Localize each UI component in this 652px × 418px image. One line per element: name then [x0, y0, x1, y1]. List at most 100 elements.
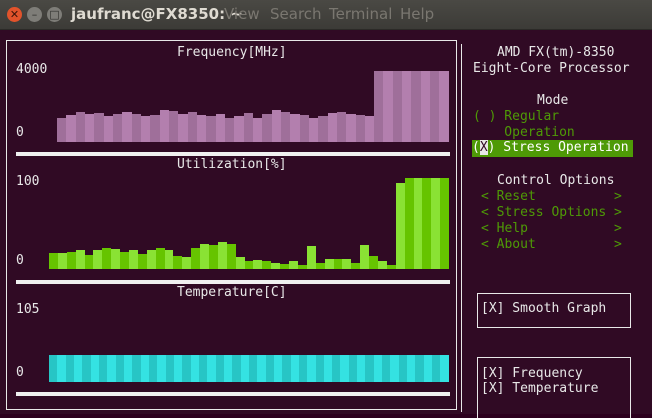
temperature-bar — [315, 355, 324, 382]
frequency-bar — [299, 114, 309, 142]
temperature-bar — [382, 355, 391, 382]
frequency-checkbox[interactable]: [X] Frequency — [481, 366, 583, 382]
temperature-bar — [248, 355, 258, 382]
minimize-icon[interactable]: – — [27, 7, 42, 22]
temperature-bar — [240, 355, 249, 382]
utilization-bar — [137, 253, 147, 269]
utilization-bar — [422, 177, 432, 269]
menu-terminal[interactable]: Terminal — [329, 5, 392, 23]
reset-button[interactable]: < Reset > — [481, 189, 622, 205]
temperature-bar — [115, 355, 124, 382]
frequency-bar — [308, 117, 319, 142]
utilization-bar — [173, 255, 183, 269]
frequency-bar — [215, 113, 225, 142]
terminal-area[interactable]: Frequency[MHz] 4000 0 Utilization[%] 100… — [0, 30, 652, 418]
temperature-bar — [65, 355, 74, 382]
smooth-graph-checkbox[interactable]: [X] Smooth Graph — [481, 301, 606, 317]
temperature-bar — [415, 355, 424, 382]
temperature-bar — [190, 355, 199, 382]
temperature-bar — [323, 355, 333, 382]
utilization-bar — [271, 263, 281, 269]
title-bar[interactable]: ✕ – □ jaufranc@FX8350: ~ View Search Ter… — [0, 0, 652, 30]
frequency-bar — [327, 112, 337, 142]
temperature-graph — [49, 301, 449, 382]
menu-help[interactable]: Help — [400, 5, 434, 23]
frequency-bar — [364, 115, 375, 142]
temperature-bar — [140, 355, 149, 382]
temperature-bar — [198, 355, 208, 382]
temperature-bar — [57, 355, 66, 382]
frequency-bar — [430, 71, 440, 142]
cpu-name-line1: AMD FX(tm)-8350 — [497, 45, 615, 60]
menu-search[interactable]: Search — [270, 5, 322, 23]
temperature-bar — [73, 355, 83, 382]
frequency-bar — [122, 111, 132, 142]
utilization-bar — [351, 263, 361, 269]
temperature-bar — [132, 355, 141, 382]
utilization-bar — [244, 261, 254, 269]
help-button[interactable]: < Help > — [481, 221, 622, 237]
frequency-max-label: 4000 — [16, 62, 48, 77]
utilization-bar — [253, 260, 263, 269]
frequency-bar — [131, 113, 141, 142]
maximize-icon[interactable]: □ — [47, 7, 62, 22]
frequency-bar — [168, 110, 179, 142]
close-icon[interactable]: ✕ — [7, 7, 22, 22]
temperature-bar — [340, 355, 349, 382]
side-divider — [461, 44, 462, 412]
utilization-bar — [217, 242, 227, 269]
menu-view[interactable]: View — [224, 5, 260, 23]
mode-stress-radio[interactable]: (X) Stress Operation — [472, 140, 633, 157]
stress-options-button[interactable]: < Stress Options > — [481, 205, 622, 221]
temperature-bar — [182, 355, 191, 382]
about-button[interactable]: < About > — [481, 237, 622, 253]
frequency-bar — [94, 112, 104, 142]
frequency-bar — [402, 71, 412, 142]
utilization-bar — [49, 252, 58, 269]
utilization-bar — [333, 259, 343, 269]
temperature-bar — [373, 355, 383, 382]
frequency-bar — [420, 71, 431, 142]
temperature-bar — [123, 355, 133, 382]
utilization-title: Utilization[%] — [177, 157, 287, 172]
utilization-bar — [209, 245, 218, 269]
temperature-checkbox[interactable]: [X] Temperature — [481, 381, 598, 397]
temperature-bar — [282, 355, 291, 382]
utilization-bar — [226, 244, 236, 269]
frequency-bar — [383, 71, 393, 142]
utilization-bar — [57, 252, 67, 269]
frequency-bar — [411, 71, 421, 142]
temperature-bar — [265, 355, 274, 382]
utilization-bar — [280, 264, 290, 269]
mode-regular-radio[interactable]: ( ) Regular — [473, 109, 559, 125]
temperature-bar — [157, 355, 166, 382]
temperature-bar — [290, 355, 299, 382]
utilization-bar — [93, 249, 103, 269]
temperature-bar — [98, 355, 108, 382]
frequency-bar — [262, 113, 272, 142]
frequency-bar — [439, 71, 449, 142]
utilization-bar — [66, 251, 76, 269]
utilization-min-label: 0 — [16, 253, 24, 268]
utilization-bar — [342, 259, 352, 269]
frequency-bar — [75, 111, 85, 142]
frequency-bar — [159, 109, 169, 142]
mode-regular-label-cont[interactable]: Operation — [473, 125, 574, 141]
temperature-bar — [298, 355, 308, 382]
temperature-bar — [348, 355, 358, 382]
frequency-bar — [66, 114, 76, 142]
frequency-bar — [112, 114, 123, 142]
mode-title: Mode — [537, 93, 569, 108]
mode-stress-open: ( — [472, 140, 480, 155]
cursor-mark: X — [479, 140, 488, 155]
frequency-bar — [392, 71, 403, 142]
utilization-bar — [315, 263, 325, 269]
temperature-bar — [423, 355, 433, 382]
temperature-bar — [440, 355, 449, 382]
frequency-bar — [374, 71, 384, 142]
frequency-separator — [16, 152, 450, 156]
temperature-bar — [365, 355, 374, 382]
frequency-bar — [336, 111, 347, 142]
frequency-bar — [234, 115, 244, 142]
temperature-bar — [49, 355, 58, 382]
